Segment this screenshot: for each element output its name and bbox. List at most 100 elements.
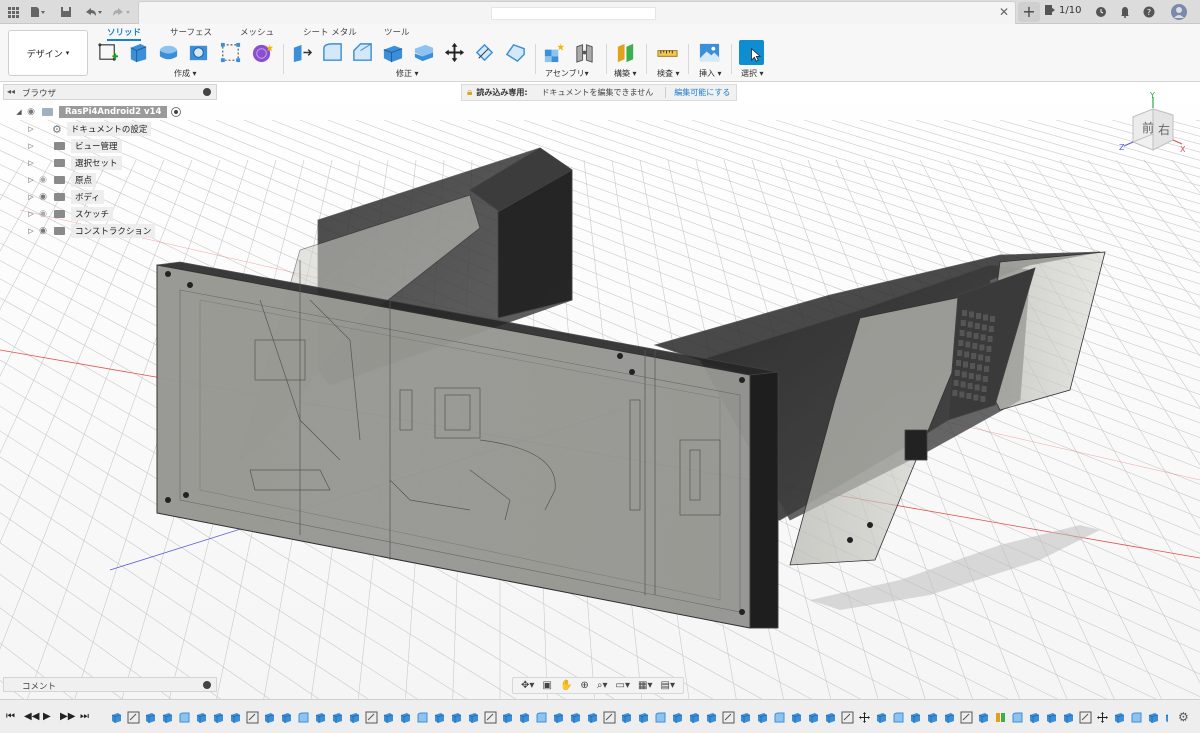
timeline-feature-icon[interactable]	[705, 711, 718, 724]
timeline-feature-icon[interactable]	[841, 711, 854, 724]
timeline-feature-icon[interactable]	[399, 711, 412, 724]
timeline-feature-icon[interactable]	[212, 711, 225, 724]
timeline-feature-icon[interactable]	[127, 711, 140, 724]
plus-icon[interactable]: +	[1018, 2, 1040, 22]
timeline-feature-icon[interactable]	[433, 711, 446, 724]
timeline-feature-icon[interactable]	[637, 711, 650, 724]
undo-icon[interactable]	[82, 3, 104, 21]
timeline-feature-icon[interactable]	[467, 711, 480, 724]
timeline-feature-icon[interactable]	[297, 711, 310, 724]
tab-tools[interactable]: ツール	[384, 26, 410, 38]
eye-hidden-icon[interactable]: ◉	[36, 209, 50, 219]
make-editable-link[interactable]: 編集可能にする	[665, 87, 730, 98]
extrude-tool[interactable]	[126, 40, 151, 65]
tree-root[interactable]: ◢ ◉ RasPi4Android2 v14	[14, 104, 182, 120]
timeline-feature-icon[interactable]	[739, 711, 752, 724]
orbit-icon[interactable]: ✥▾	[521, 680, 534, 691]
timeline-feature-icon[interactable]	[178, 711, 191, 724]
display-icon[interactable]: ▭▾	[616, 680, 630, 691]
timeline-feature-icon[interactable]	[484, 711, 497, 724]
timeline-feature-icon[interactable]	[501, 711, 514, 724]
timeline-feature-icon[interactable]	[671, 711, 684, 724]
select-tool[interactable]	[739, 40, 764, 65]
gear-icon[interactable]: ⚙	[1178, 710, 1189, 724]
camera-icon[interactable]: ▣	[542, 680, 551, 691]
timeline-feature-icon[interactable]	[790, 711, 803, 724]
bell-icon[interactable]	[1118, 3, 1132, 21]
visual-style-icon[interactable]: ▦▾	[638, 680, 652, 691]
timeline-feature-icon[interactable]	[756, 711, 769, 724]
timeline-feature-icon[interactable]	[263, 711, 276, 724]
hole-tool[interactable]	[186, 40, 211, 65]
form-tool[interactable]	[250, 40, 275, 65]
go-to-end-icon[interactable]: ⏭	[80, 711, 89, 722]
timeline-feature-icon[interactable]	[892, 711, 905, 724]
timeline-feature-icon[interactable]	[1096, 711, 1109, 724]
timeline-feature-icon[interactable]	[1045, 711, 1058, 724]
timeline-feature-icon[interactable]	[1028, 711, 1041, 724]
file-icon[interactable]	[28, 3, 48, 21]
comments-panel-header[interactable]: コメント	[3, 677, 217, 692]
timeline-feature-icon[interactable]	[569, 711, 582, 724]
timeline-feature-icon[interactable]	[110, 711, 123, 724]
combine-tool[interactable]	[411, 40, 436, 65]
redo-icon[interactable]	[110, 3, 132, 21]
expand-icon[interactable]: ▷	[26, 193, 36, 201]
timeline-feature-icon[interactable]	[518, 711, 531, 724]
workspace-switcher[interactable]: デザイン ▾	[8, 30, 88, 76]
browser-panel-header[interactable]: ◂◂ ブラウザ	[3, 84, 217, 100]
tree-item-bodies[interactable]: ▷ ◉ ボディ	[26, 189, 104, 205]
eye-hidden-icon[interactable]: ◉	[36, 175, 50, 185]
activate-radio-icon[interactable]	[171, 107, 182, 117]
timeline-track[interactable]	[110, 707, 1168, 727]
timeline-feature-icon[interactable]	[195, 711, 208, 724]
go-to-start-icon[interactable]: ⏮	[6, 711, 15, 722]
timeline-feature-icon[interactable]	[1164, 711, 1168, 724]
pan-icon[interactable]: ✋	[560, 680, 572, 691]
timeline-feature-icon[interactable]	[161, 711, 174, 724]
user-icon[interactable]	[1170, 3, 1188, 21]
timeline-feature-icon[interactable]	[909, 711, 922, 724]
document-tab[interactable]: ✕	[138, 1, 1016, 24]
timeline-feature-icon[interactable]	[654, 711, 667, 724]
eye-icon[interactable]: ◉	[36, 192, 50, 202]
tree-item-sketches[interactable]: ▷ ◉ スケッチ	[26, 206, 114, 222]
step-forward-icon[interactable]: ▶▶	[60, 711, 75, 722]
expand-icon[interactable]: ▷	[26, 176, 36, 184]
group-modify[interactable]: 修正 ▾	[396, 68, 419, 79]
timeline-feature-icon[interactable]	[688, 711, 701, 724]
clock-icon[interactable]	[1094, 3, 1108, 21]
align-tool[interactable]	[472, 40, 497, 65]
timeline-feature-icon[interactable]	[348, 711, 361, 724]
timeline-feature-icon[interactable]	[807, 711, 820, 724]
group-construct[interactable]: 構築 ▾	[614, 68, 637, 79]
new-component-tool[interactable]	[541, 40, 566, 65]
viewcube-front[interactable]: 前	[1142, 120, 1154, 135]
chamfer-tool[interactable]	[350, 40, 375, 65]
timeline-feature-icon[interactable]	[858, 711, 871, 724]
timeline-feature-icon[interactable]	[416, 711, 429, 724]
timeline-feature-icon[interactable]	[1147, 711, 1160, 724]
timeline-feature-icon[interactable]	[535, 711, 548, 724]
timeline-feature-icon[interactable]	[144, 711, 157, 724]
timeline-feature-icon[interactable]	[620, 711, 633, 724]
eye-icon[interactable]: ◉	[36, 226, 50, 236]
jobs-status[interactable]: 1/10	[1044, 4, 1081, 16]
insert-image-tool[interactable]	[697, 40, 722, 65]
grid-settings-icon[interactable]: ▤▾	[661, 680, 675, 691]
timeline-feature-icon[interactable]	[926, 711, 939, 724]
timeline-feature-icon[interactable]	[229, 711, 242, 724]
viewcube[interactable]: 前 右 Y Z X	[1118, 92, 1188, 164]
eye-icon[interactable]: ◉	[24, 107, 38, 117]
move-tool[interactable]	[442, 40, 467, 65]
pattern-tool[interactable]	[218, 40, 243, 65]
group-inspect[interactable]: 検査 ▾	[657, 68, 680, 79]
timeline-feature-icon[interactable]	[382, 711, 395, 724]
play-icon[interactable]: ▶	[43, 711, 51, 722]
timeline-feature-icon[interactable]	[1062, 711, 1075, 724]
timeline-feature-icon[interactable]	[450, 711, 463, 724]
timeline-feature-icon[interactable]	[1079, 711, 1092, 724]
viewcube-right[interactable]: 右	[1158, 122, 1170, 137]
press-pull-tool[interactable]	[289, 40, 314, 65]
group-assemble[interactable]: アセンブリ▾	[545, 68, 589, 79]
